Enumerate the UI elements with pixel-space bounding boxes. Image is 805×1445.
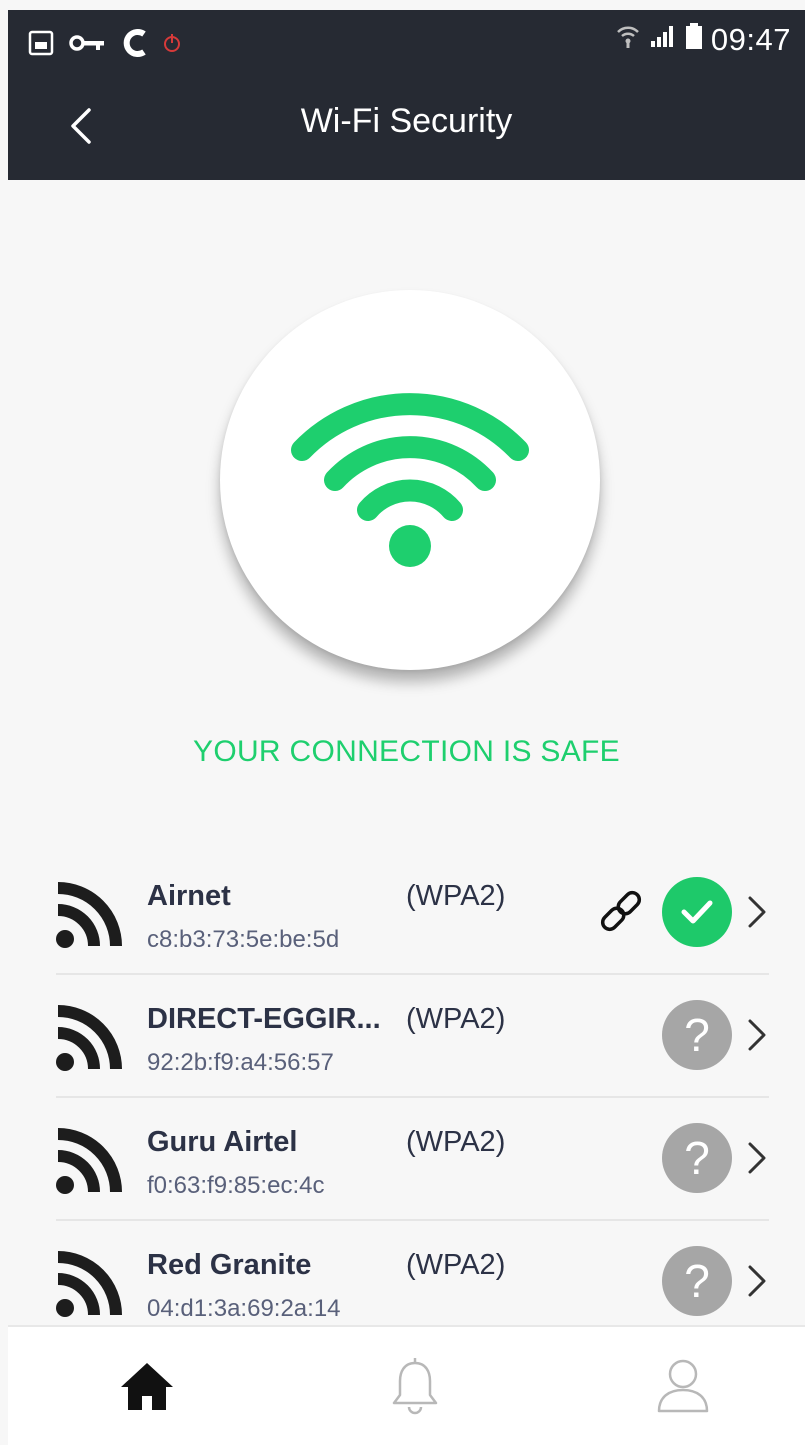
network-mac-address: c8:b3:73:5e:be:5d	[147, 926, 340, 953]
nav-home[interactable]	[112, 1351, 182, 1421]
network-security: (WPA2)	[406, 1126, 506, 1158]
nav-notifications[interactable]	[380, 1351, 450, 1421]
network-name: Airnet	[147, 880, 231, 912]
network-row[interactable]: Guru Airtel (WPA2) f0:63:f9:85:ec:4c ?	[8, 1098, 805, 1221]
gallery-icon	[28, 30, 54, 61]
network-security: (WPA2)	[406, 880, 506, 912]
status-left-icons	[28, 28, 182, 63]
network-security: (WPA2)	[406, 1249, 506, 1281]
bottom-navigation	[8, 1325, 805, 1445]
link-icon	[600, 890, 642, 932]
battery-icon	[685, 22, 703, 58]
vpn-key-icon	[68, 30, 106, 61]
check-icon	[681, 900, 713, 924]
wifi-signal-icon	[56, 1251, 122, 1317]
power-alert-icon	[162, 32, 182, 59]
bell-icon	[392, 1358, 438, 1415]
unknown-status-badge: ?	[662, 1246, 732, 1316]
app-bar: Wi-Fi Security	[8, 74, 805, 180]
page-title: Wi-Fi Security	[300, 102, 513, 140]
profile-icon	[657, 1359, 709, 1413]
chevron-right-icon	[748, 1019, 766, 1051]
network-name: Red Granite	[147, 1249, 312, 1281]
unknown-status-badge: ?	[662, 1123, 732, 1193]
network-row[interactable]: Airnet (WPA2) c8:b3:73:5e:be:5d	[8, 852, 805, 975]
chevron-right-icon	[748, 1265, 766, 1297]
wifi-signal-icon	[56, 1005, 122, 1071]
status-bar: 09:47	[8, 10, 805, 74]
wifi-signal-icon	[615, 23, 641, 57]
safe-status-badge	[662, 877, 732, 947]
network-mac-address: 92:2b:f9:a4:56:57	[147, 1049, 334, 1076]
network-mac-address: f0:63:f9:85:ec:4c	[147, 1172, 325, 1199]
network-security: (WPA2)	[406, 1003, 506, 1035]
home-icon	[121, 1363, 173, 1410]
network-name: DIRECT-EGGIR...	[147, 1003, 381, 1035]
status-right-icons: 09:47	[615, 22, 791, 58]
network-mac-address: 04:d1:3a:69:2a:14	[147, 1295, 341, 1322]
connection-status-message: YOUR CONNECTION IS SAFE	[193, 735, 620, 768]
network-row[interactable]: DIRECT-EGGIR... (WPA2) 92:2b:f9:a4:56:57…	[8, 975, 805, 1098]
unknown-status-badge: ?	[662, 1000, 732, 1070]
nav-profile[interactable]	[648, 1351, 718, 1421]
wifi-signal-icon	[56, 882, 122, 948]
app-screen: 09:47 Wi-Fi Security YOUR CONNECTION IS …	[0, 0, 805, 1445]
chevron-right-icon	[748, 896, 766, 928]
network-name: Guru Airtel	[147, 1126, 298, 1158]
network-list: Airnet (WPA2) c8:b3:73:5e:be:5d DIRECT-E…	[8, 852, 805, 1344]
wifi-status-circle[interactable]	[220, 290, 600, 670]
status-time: 09:47	[710, 22, 791, 57]
wifi-signal-icon	[56, 1128, 122, 1194]
connection-status-hero: YOUR CONNECTION IS SAFE	[8, 180, 805, 840]
chevron-right-icon	[748, 1142, 766, 1174]
cell-signal-icon	[649, 23, 677, 57]
wifi-icon	[291, 393, 529, 567]
top-bar: 09:47 Wi-Fi Security	[8, 10, 805, 180]
c-app-icon	[120, 28, 148, 63]
